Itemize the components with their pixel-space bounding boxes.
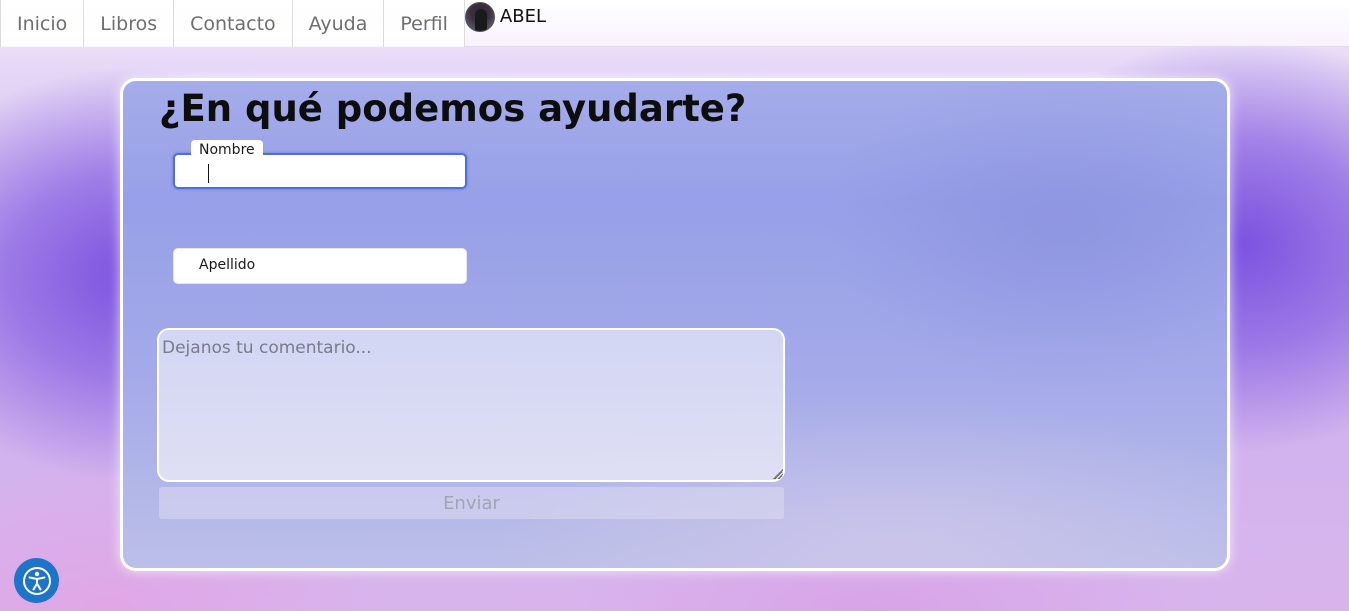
nombre-label: Nombre xyxy=(191,140,263,160)
page-title: ¿En qué podemos ayudarte? xyxy=(159,87,747,130)
nav-item-inicio[interactable]: Inicio xyxy=(0,0,85,47)
avatar[interactable] xyxy=(464,2,495,32)
user-profile[interactable]: ABEL xyxy=(464,0,546,46)
user-name: ABEL xyxy=(499,6,546,27)
submit-button[interactable]: Enviar xyxy=(159,487,784,519)
top-navbar: Inicio Libros Contacto Ayuda Perfil ABEL xyxy=(0,0,1349,47)
nav-item-libros[interactable]: Libros xyxy=(83,0,175,47)
nav-item-ayuda[interactable]: Ayuda xyxy=(291,0,385,47)
contact-card: ¿En qué podemos ayudarte? Nombre Apellid… xyxy=(120,78,1230,571)
resize-grip-icon[interactable] xyxy=(773,469,783,479)
apellido-label: Apellido xyxy=(199,257,256,273)
nombre-field[interactable]: Nombre xyxy=(173,140,467,189)
accessibility-button[interactable] xyxy=(14,558,59,603)
nav-item-perfil[interactable]: Perfil xyxy=(383,0,465,47)
nav-item-contacto[interactable]: Contacto xyxy=(173,0,293,47)
accessibility-icon xyxy=(22,566,51,595)
text-caret xyxy=(208,164,209,183)
apellido-field[interactable]: Apellido xyxy=(173,248,467,284)
comment-textarea[interactable] xyxy=(157,328,785,482)
